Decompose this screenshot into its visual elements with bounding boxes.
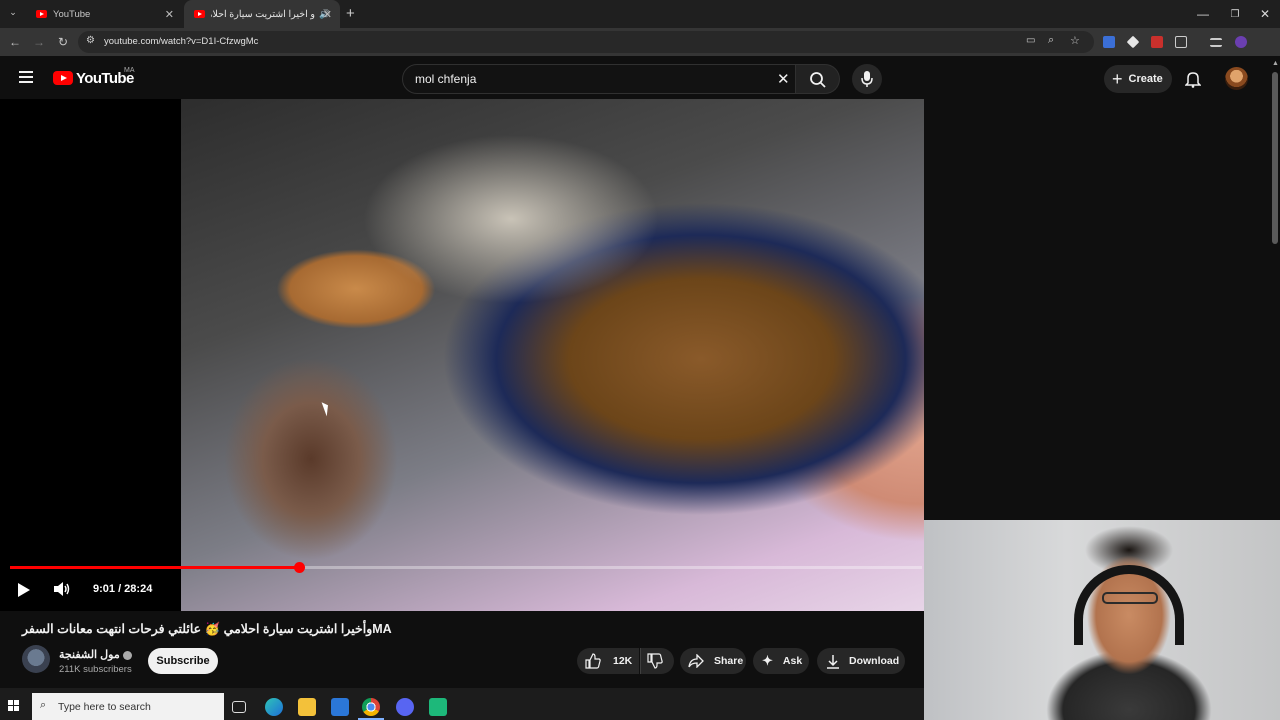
- tab-search-icon[interactable]: ⌄: [6, 7, 20, 21]
- search-button[interactable]: [796, 64, 840, 94]
- browser-toolbar: ← → ↻ ⚙ youtube.com/watch?v=D1I-CfzwgMc …: [0, 28, 1280, 75]
- file-explorer-icon[interactable]: [298, 698, 316, 716]
- close-tab-icon[interactable]: ✕: [323, 8, 332, 21]
- new-tab-button[interactable]: +: [346, 5, 355, 22]
- url-text: youtube.com/watch?v=D1I-CfzwgMc: [104, 36, 259, 47]
- address-bar[interactable]: ⚙ youtube.com/watch?v=D1I-CfzwgMc ▭ ⌕ ☆: [78, 31, 1094, 53]
- time-display: 9:01 / 28:24: [93, 583, 153, 595]
- app-green-icon[interactable]: [429, 698, 447, 716]
- microsoft-store-icon[interactable]: [331, 698, 349, 716]
- ask-button[interactable]: ✦ Ask: [753, 648, 809, 674]
- extension-diamond-icon[interactable]: [1126, 35, 1140, 49]
- hamburger-menu-icon[interactable]: [19, 71, 33, 83]
- glasses: [1102, 592, 1158, 604]
- notifications-bell-icon[interactable]: [1184, 70, 1202, 93]
- share-arrow-icon: [688, 654, 704, 668]
- close-tab-icon[interactable]: ✕: [165, 8, 174, 21]
- channel-avatar[interactable]: [22, 645, 50, 673]
- create-button[interactable]: + Create: [1104, 65, 1172, 93]
- extensions-puzzle-icon[interactable]: [1175, 36, 1187, 48]
- tab-youtube-home[interactable]: YouTube ✕: [26, 0, 182, 28]
- sparkle-icon: ✦: [762, 653, 773, 668]
- profile-icon[interactable]: [1235, 36, 1247, 48]
- download-button[interactable]: Download: [817, 648, 905, 674]
- task-view-icon[interactable]: [232, 701, 246, 713]
- thumbs-up-icon: [585, 653, 601, 669]
- clear-search-icon[interactable]: ✕: [777, 70, 790, 88]
- chrome-icon[interactable]: [362, 698, 380, 716]
- reload-icon[interactable]: ↻: [55, 34, 71, 50]
- search-input[interactable]: mol chfenja ✕: [402, 64, 796, 94]
- extension-red-icon[interactable]: [1151, 36, 1163, 48]
- youtube-favicon-icon: [36, 10, 47, 18]
- volume-icon[interactable]: [53, 581, 71, 602]
- edge-browser-icon[interactable]: [265, 698, 283, 716]
- channel-name[interactable]: مول الشفنجة: [59, 648, 132, 661]
- channel-name-text: مول الشفنجة: [59, 649, 120, 661]
- like-button[interactable]: 12K: [577, 648, 639, 674]
- share-label: Share: [714, 655, 744, 667]
- plus-icon: +: [1112, 69, 1123, 89]
- taskbar-search-icon: ⌕: [40, 699, 47, 711]
- zoom-icon[interactable]: ⌕: [1048, 34, 1054, 47]
- voice-search-button[interactable]: [852, 64, 882, 94]
- progress-scrubber-handle[interactable]: [294, 562, 305, 573]
- video-player[interactable]: [0, 99, 924, 611]
- youtube-logo-icon[interactable]: [53, 71, 73, 85]
- subscribe-button[interactable]: Subscribe: [148, 648, 218, 674]
- scrollbar-thumb[interactable]: [1272, 72, 1278, 244]
- thumbs-down-icon: [647, 653, 663, 669]
- scroll-up-arrow-icon[interactable]: ▲: [1272, 60, 1279, 67]
- country-code: MA: [124, 67, 135, 74]
- taskbar-search-box[interactable]: ⌕ Type here to search: [32, 693, 224, 720]
- progress-bar-played: [10, 566, 299, 569]
- share-button[interactable]: Share: [680, 648, 746, 674]
- tab-video[interactable]: و اخيرا اشتريت سيارة احلامي 🔊 ✕: [184, 0, 340, 28]
- media-controls-icon[interactable]: [1210, 38, 1222, 47]
- browser-tab-bar: ⌄ YouTube ✕ و اخيرا اشتريت سيارة احلامي …: [0, 0, 1280, 28]
- search-icon: [810, 72, 826, 88]
- back-arrow-icon[interactable]: ←: [7, 34, 23, 50]
- download-icon: [827, 654, 839, 669]
- video-title: وأخيرا اشتريت سيارة احلامي 🥳 عائلتي فرحا…: [22, 622, 392, 636]
- tab-title: و اخيرا اشتريت سيارة احلامي: [211, 8, 315, 20]
- bookmark-star-icon[interactable]: ☆: [1070, 34, 1080, 47]
- dislike-button[interactable]: [640, 648, 674, 674]
- search-query: mol chfenja: [415, 72, 477, 86]
- create-label: Create: [1128, 73, 1163, 85]
- verified-badge-icon: [122, 650, 132, 660]
- video-frame[interactable]: [181, 99, 924, 611]
- windows-start-icon[interactable]: [8, 700, 20, 712]
- discord-icon[interactable]: [396, 698, 414, 716]
- translate-extension-icon[interactable]: [1103, 36, 1115, 48]
- taskbar-search-placeholder: Type here to search: [58, 701, 151, 713]
- play-button[interactable]: [18, 583, 30, 597]
- like-count: 12K: [613, 655, 633, 667]
- restore-button[interactable]: ❐: [1218, 0, 1252, 28]
- download-label: Download: [849, 655, 900, 667]
- minimize-button[interactable]: —: [1186, 0, 1220, 28]
- cast-icon[interactable]: ▭: [1026, 35, 1035, 46]
- webcam-overlay: [924, 520, 1280, 720]
- subscriber-count: 211K subscribers: [59, 664, 132, 675]
- account-avatar[interactable]: [1225, 67, 1248, 90]
- site-info-icon[interactable]: ⚙: [86, 35, 95, 46]
- headphones: [1074, 565, 1184, 645]
- microphone-icon: [861, 71, 873, 87]
- ask-label: Ask: [782, 655, 803, 667]
- youtube-favicon-icon: [194, 10, 205, 18]
- forward-arrow-icon[interactable]: →: [31, 34, 47, 50]
- close-window-button[interactable]: ✕: [1248, 0, 1280, 28]
- tab-title: YouTube: [53, 8, 91, 20]
